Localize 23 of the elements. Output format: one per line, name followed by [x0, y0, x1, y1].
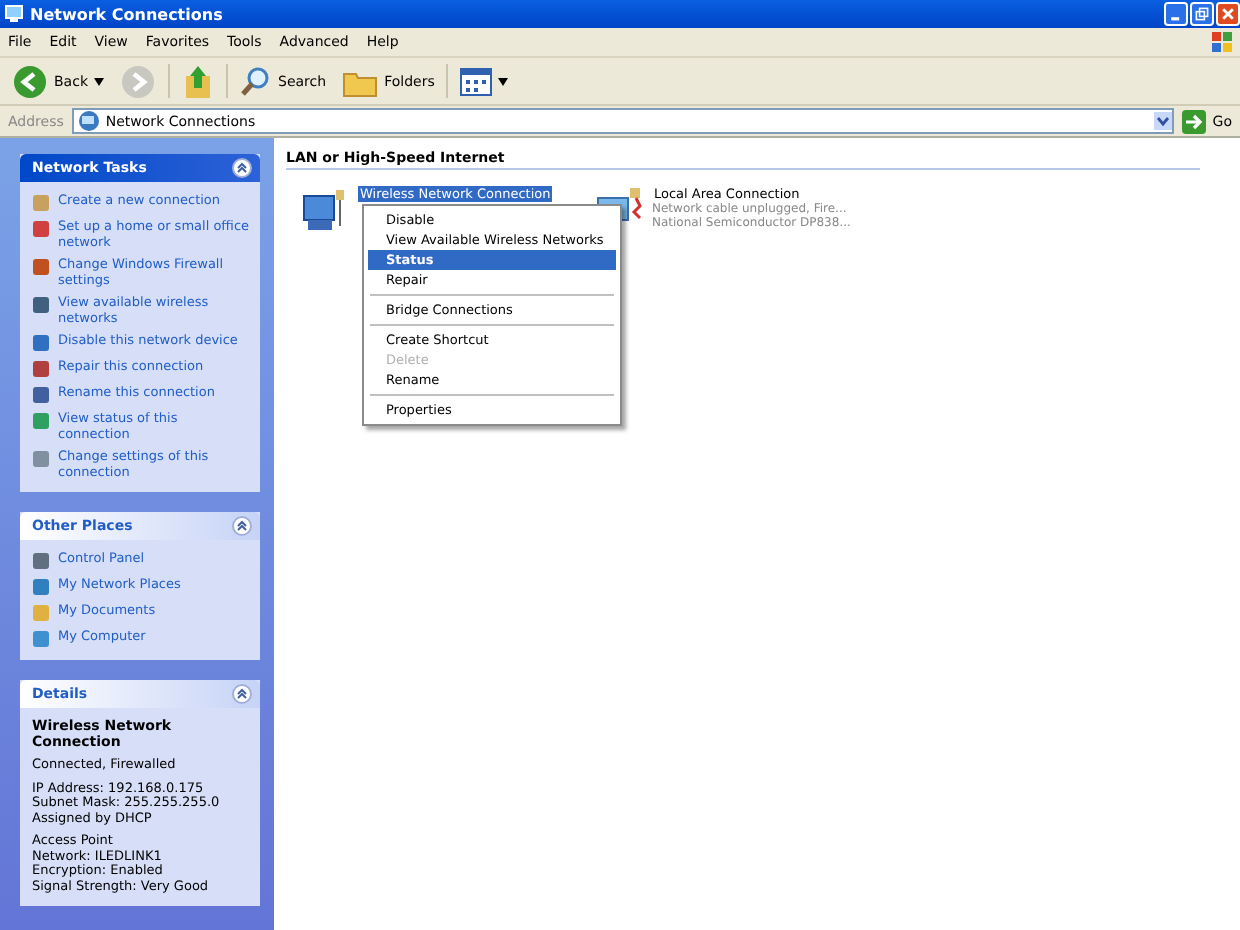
minimize-button[interactable] [1164, 2, 1188, 26]
restore-icon [1194, 6, 1210, 22]
dropdown-icon[interactable] [1154, 112, 1173, 130]
views-button[interactable] [456, 67, 513, 95]
windows-flag-icon [1210, 30, 1234, 54]
window-title: Network Connections [30, 5, 225, 23]
close-icon [1220, 6, 1236, 22]
network-icon [77, 110, 100, 132]
go-arrow-icon [1182, 109, 1207, 133]
task-icon [32, 296, 50, 314]
close-button[interactable] [1216, 2, 1240, 26]
dropdown-arrow-icon [498, 77, 509, 85]
views-icon [460, 67, 493, 95]
task-icon [32, 450, 50, 468]
collapse-icon[interactable] [232, 516, 252, 536]
collapse-icon[interactable] [232, 158, 252, 178]
folder-up-icon [182, 63, 214, 99]
restore-button[interactable] [1190, 2, 1214, 26]
dropdown-arrow-icon [94, 77, 104, 85]
task-icon [32, 258, 50, 276]
search-icon [240, 65, 272, 97]
network-icon [4, 4, 24, 24]
collapse-icon[interactable] [232, 684, 252, 704]
